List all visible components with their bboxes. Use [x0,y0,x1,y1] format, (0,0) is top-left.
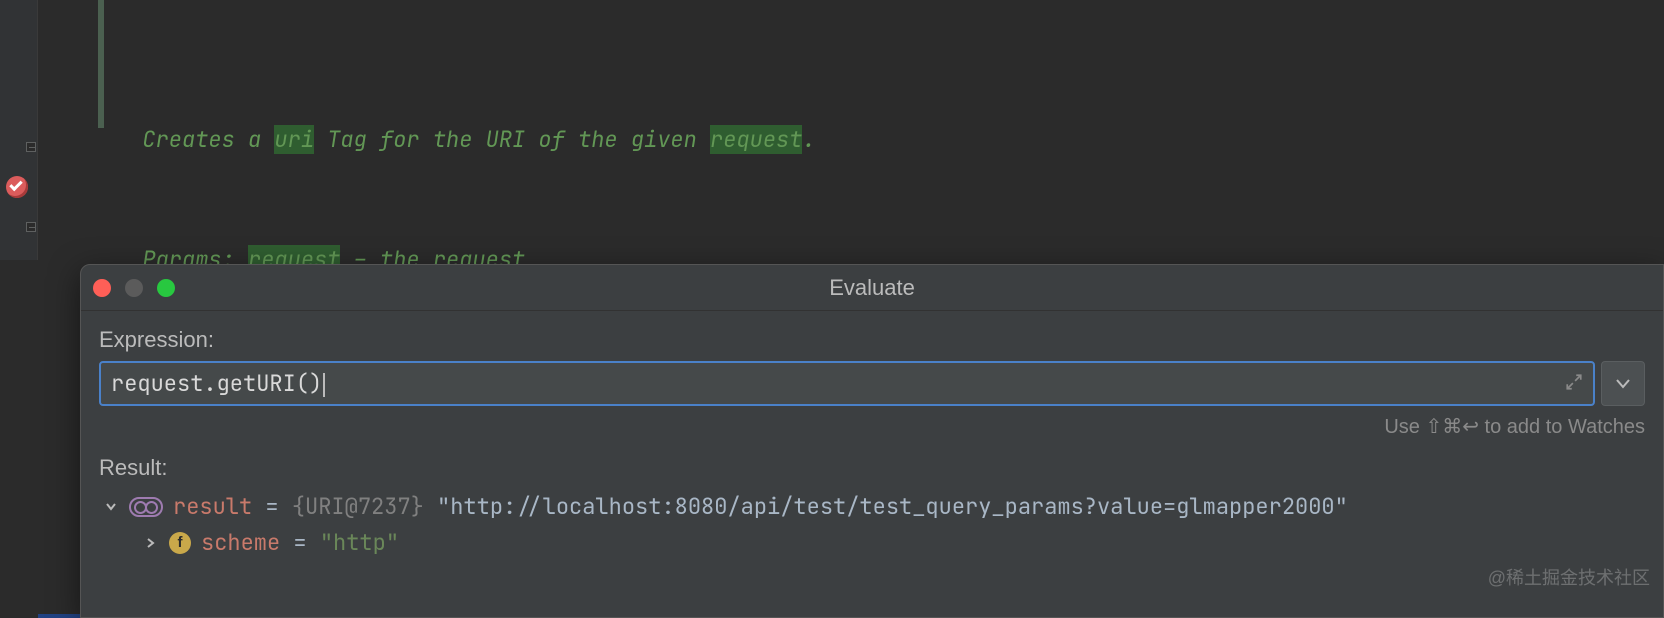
expand-icon[interactable] [1565,373,1583,391]
chevron-right-icon[interactable] [143,535,159,551]
result-child-row[interactable]: f scheme = "http" [99,525,1645,561]
window-controls [93,279,175,297]
javadoc-line: Creates a uri Tag for the URI of the giv… [38,120,1664,160]
breakpoint-icon[interactable] [6,176,28,198]
hint-text: Use ⇧⌘↩ to add to Watches [99,414,1645,439]
history-dropdown-button[interactable] [1601,361,1645,406]
minimize-icon[interactable] [125,279,143,297]
chevron-down-icon[interactable] [103,499,119,515]
code-editor[interactable]: Creates a uri Tag for the URI of the giv… [0,0,1664,260]
object-icon [129,497,163,517]
close-icon[interactable] [93,279,111,297]
zoom-icon[interactable] [157,279,175,297]
dialog-title: Evaluate [829,275,915,300]
result-row[interactable]: result = {URI@7237} "http://localhost:80… [99,489,1645,525]
field-icon: f [169,532,191,554]
result-tree[interactable]: result = {URI@7237} "http://localhost:80… [99,489,1645,561]
expression-input[interactable]: request.getURI() [99,361,1595,406]
expression-label: Expression: [99,327,1645,353]
doc-indent-bar [98,0,104,128]
fold-mark-icon[interactable] [26,222,36,232]
watermark: @稀土掘金技术社区 [1488,564,1650,590]
evaluate-dialog: Evaluate Expression: request.getURI() Us… [80,264,1664,618]
fold-mark-icon[interactable] [26,142,36,152]
result-label: Result: [99,455,1645,481]
chevron-down-icon [1616,379,1630,389]
dialog-titlebar[interactable]: Evaluate [81,265,1663,311]
text-caret [323,373,325,397]
editor-gutter [0,0,38,260]
